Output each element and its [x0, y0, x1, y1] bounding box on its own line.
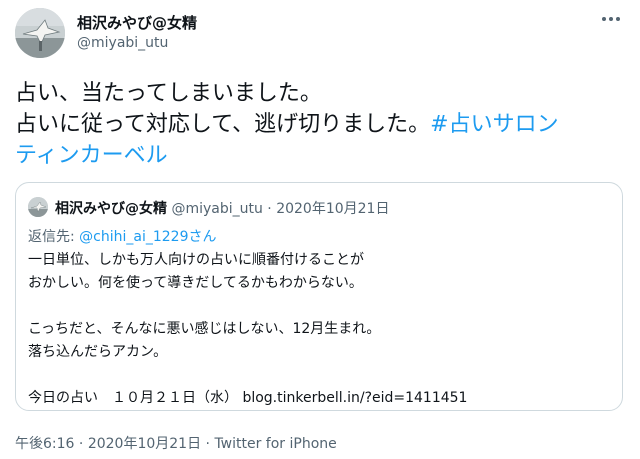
quoted-body-line: 一日単位、しかも万人向けの占いに順番付けることが	[28, 252, 364, 268]
quoted-tweet-header: 相沢みやび@女精 @miyabi_utu · 2020年10月21日	[55, 198, 389, 218]
hashtag-link[interactable]: #占いサロン	[430, 112, 558, 137]
reply-to-line: 返信先: @chihi_ai_1229さん	[28, 226, 217, 246]
quoted-body-line: おかしい。何を使って導きだしてるかもわからない。	[28, 275, 363, 291]
quoted-author-avatar	[28, 197, 48, 217]
author-display-name[interactable]: 相沢みやび@女精	[77, 12, 197, 33]
quoted-tweet-body: 一日単位、しかも万人向けの占いに順番付けることが おかしい。何を使って導きだして…	[28, 249, 467, 410]
tweet-text-line: ティンカーベル	[15, 140, 627, 171]
quoted-body-line: こっちだと、そんなに悪い感じはしない、12月生まれ。	[28, 321, 381, 337]
quoted-author-meta: @miyabi_utu · 2020年10月21日	[171, 201, 390, 217]
reply-mention: @chihi_ai_1229さん	[79, 229, 217, 245]
avatar[interactable]	[15, 8, 65, 58]
tweet-date[interactable]: 2020年10月21日	[88, 436, 201, 452]
tweet-text: 占い、当たってしまいました。 占いに従って対応して、逃げ切りました。#占いサロン…	[15, 78, 627, 171]
tweet-text-line: 占い、当たってしまいました。	[15, 81, 322, 106]
tweet-text-line: 占いに従って対応して、逃げ切りました。#占いサロン	[15, 109, 627, 140]
avatar-image	[15, 8, 65, 58]
author-handle[interactable]: @miyabi_utu	[77, 35, 168, 51]
quoted-tweet-card[interactable]: 相沢みやび@女精 @miyabi_utu · 2020年10月21日 返信先: …	[15, 182, 623, 411]
quoted-body-line	[28, 364, 467, 387]
more-button[interactable]	[596, 8, 626, 30]
quoted-body-line: 今日の占い １０月２１日（水） blog.tinkerbell.in/?eid=…	[28, 390, 468, 406]
tweet-source[interactable]: Twitter for iPhone	[214, 436, 336, 452]
tweet-footer: 午後6:16 · 2020年10月21日 · Twitter for iPhon…	[15, 433, 337, 453]
reply-prefix: 返信先:	[28, 229, 80, 245]
tweet-time[interactable]: 午後6:16	[15, 436, 74, 452]
quoted-body-line: 落ち込んだらアカン。	[28, 344, 168, 360]
footer-separator: ·	[201, 436, 215, 452]
tweet-text-segment: 占いに従って対応して、逃げ切りました。	[15, 112, 431, 137]
tweet: 相沢みやび@女精 @miyabi_utu 占い、当たってしまいました。 占いに従…	[0, 0, 640, 459]
footer-separator: ·	[74, 436, 88, 452]
hashtag-link-continued[interactable]: ティンカーベル	[15, 143, 168, 168]
quoted-author-name: 相沢みやび@女精	[55, 201, 167, 217]
more-horizontal-icon	[602, 17, 620, 21]
quoted-body-line	[28, 295, 467, 318]
quoted-avatar-image	[28, 197, 48, 217]
